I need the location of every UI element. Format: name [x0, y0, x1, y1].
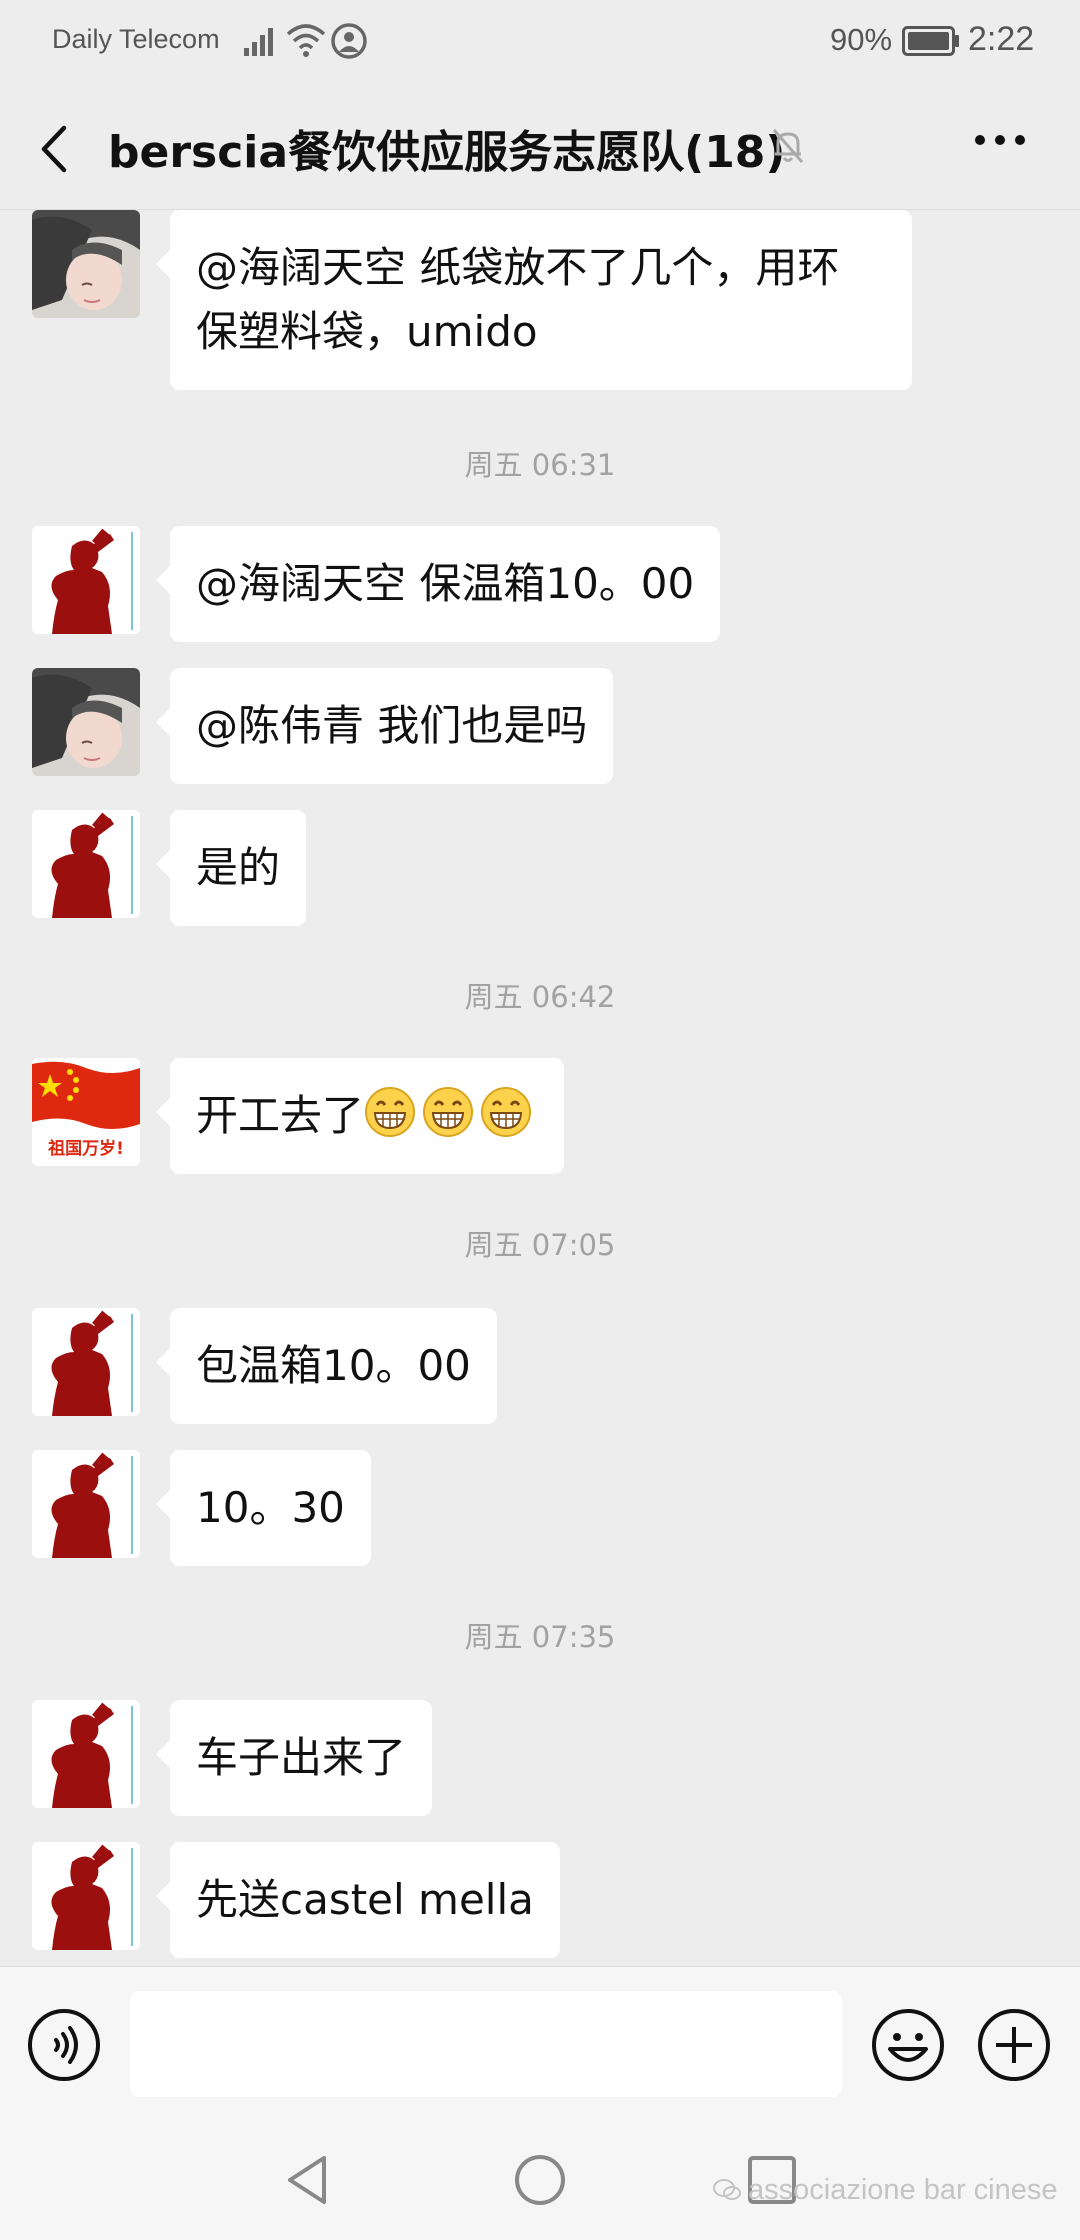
system-home-icon[interactable] — [512, 2152, 568, 2208]
message-bubble[interactable]: 开工去了 — [155, 1058, 565, 1174]
avatar-silhouette[interactable] — [32, 1450, 140, 1558]
signal-icon — [244, 28, 273, 56]
message-text: 开工去了 — [196, 1091, 365, 1140]
silhouette-avatar-icon — [32, 1308, 140, 1416]
avatar-silhouette[interactable] — [32, 1308, 140, 1416]
battery-percent: 90% — [830, 22, 893, 57]
watermark: associazione bar cinese — [712, 2174, 1058, 2207]
message-bubble[interactable]: 10。30 — [156, 1450, 371, 1566]
hotspot-icon — [331, 23, 367, 59]
message-text: 是的 — [196, 843, 281, 892]
watermark-text: associazione bar cinese — [748, 2174, 1058, 2206]
timestamp: 周五 07:05 — [464, 1228, 616, 1262]
mute-bell-icon — [772, 129, 804, 163]
avatar-silhouette[interactable] — [32, 810, 140, 918]
back-arrow-icon[interactable] — [34, 122, 74, 176]
emoji-picker-icon[interactable] — [870, 2007, 946, 2083]
chat-header: berscia餐饮供应服务志愿队(18) — [0, 86, 1080, 210]
message-bubble[interactable]: @陈伟青 我们也是吗 — [155, 668, 614, 784]
wechat-icon — [713, 2179, 741, 2200]
carrier-name: Daily Telecom — [52, 24, 220, 54]
system-back-icon[interactable] — [280, 2152, 336, 2208]
message-bubble[interactable]: @海阔天空 保温箱10。00 — [155, 526, 721, 642]
message-bubble[interactable]: 车子出来了 — [155, 1700, 433, 1816]
message-text: 车子出来了 — [196, 1733, 407, 1782]
wifi-icon — [286, 24, 326, 57]
grin-emoji — [423, 1087, 474, 1137]
silhouette-avatar-icon — [32, 526, 140, 634]
chat-title: berscia餐饮供应服务志愿队(18) — [108, 127, 786, 178]
more-options-icon[interactable] — [972, 132, 1028, 148]
message-bubble[interactable]: 先送castel mella — [156, 1842, 560, 1958]
message-text: @陈伟青 我们也是吗 — [196, 701, 588, 750]
avatar-silhouette[interactable] — [32, 1842, 140, 1950]
message-text: 包温箱10。00 — [196, 1341, 471, 1390]
avatar-silhouette[interactable] — [32, 526, 140, 634]
message-bubble[interactable]: @海阔天空 纸袋放不了几个，用环 保塑料袋，umido — [156, 210, 912, 390]
timestamp: 周五 06:31 — [464, 448, 616, 482]
grin-emoji — [481, 1087, 532, 1137]
avatar-girl[interactable] — [32, 210, 140, 318]
message-bubble[interactable]: 是的 — [155, 810, 307, 926]
avatar-flag[interactable]: 祖国万岁! — [32, 1058, 140, 1166]
timestamp: 周五 07:35 — [464, 1620, 616, 1654]
battery-icon — [902, 26, 959, 56]
china-flag-icon: 祖国万岁! — [32, 1058, 140, 1166]
girl-avatar-icon — [32, 210, 140, 318]
message-text: 先送castel mella — [196, 1875, 534, 1924]
flag-avatar-caption: 祖国万岁! — [47, 1138, 124, 1159]
silhouette-avatar-icon — [32, 1842, 140, 1950]
input-bar — [0, 1966, 1080, 2116]
message-text: 10。30 — [196, 1483, 345, 1532]
message-line: @海阔天空 纸袋放不了几个，用环 — [196, 243, 840, 292]
grin-emoji — [365, 1087, 416, 1137]
timestamp: 周五 06:42 — [464, 980, 616, 1014]
voice-input-icon[interactable] — [26, 2007, 102, 2083]
system-navigation-bar: associazione bar cinese — [0, 2116, 1080, 2240]
silhouette-avatar-icon — [32, 810, 140, 918]
message-text: @海阔天空 保温箱10。00 — [196, 559, 695, 608]
silhouette-avatar-icon — [32, 1450, 140, 1558]
girl-avatar-icon — [32, 668, 140, 776]
plus-more-icon[interactable] — [976, 2007, 1052, 2083]
avatar-girl[interactable] — [32, 668, 140, 776]
message-bubble[interactable]: 包温箱10。00 — [156, 1308, 497, 1424]
message-input[interactable] — [130, 1991, 842, 2097]
message-line: 保塑料袋，umido — [196, 307, 538, 356]
status-bar: Daily Telecom 90% 2:22 — [0, 0, 1080, 86]
avatar-silhouette[interactable] — [32, 1700, 140, 1808]
clock: 2:22 — [968, 20, 1035, 58]
silhouette-avatar-icon — [32, 1700, 140, 1808]
